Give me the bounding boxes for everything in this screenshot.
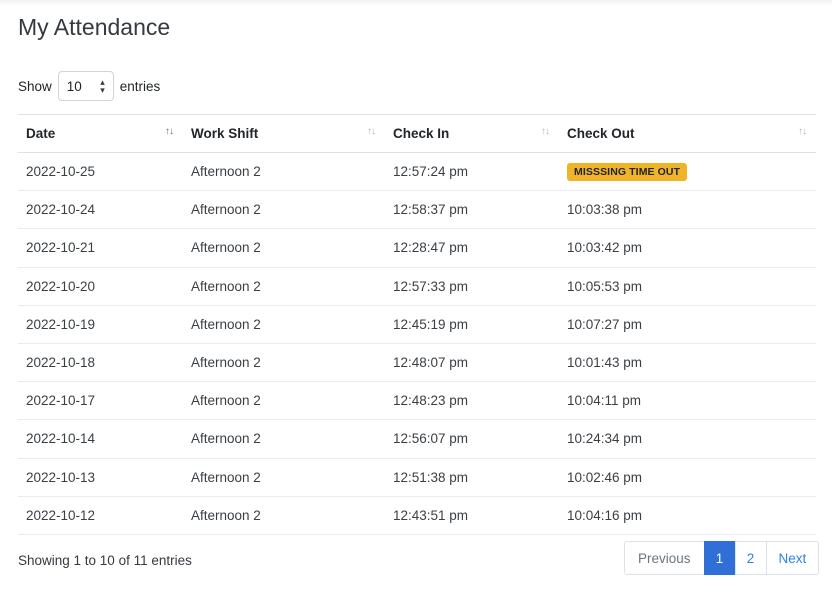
table-row: 2022-10-21 Afternoon 2 12:28:47 pm 10:03:42… [18,228,816,268]
cell-check-in: 12:51:38 pm [385,458,559,497]
select-caret-icon: ▴ ▾ [100,77,105,95]
page-title: My Attendance [18,14,171,40]
cell-check-out: 10:05:53 pm [559,267,816,306]
column-header-check-out[interactable]: Check Out ↑↓ [559,114,816,153]
table-row: 2022-10-20 Afternoon 2 12:57:33 pm 10:05:53… [18,267,816,306]
cell-check-in: 12:57:33 pm [385,267,559,306]
cell-check-out: MISSSING TIME OUT [559,152,816,192]
pagination: Previous 1 2 Next [624,541,820,575]
cell-date: 2022-10-24 [18,190,183,230]
top-shadow [0,0,832,6]
table-row: 2022-10-12 Afternoon 2 12:43:51 pm 10:04:16… [18,496,816,535]
cell-date: 2022-10-21 [18,228,183,268]
cell-check-in: 12:48:07 pm [385,343,559,383]
entries-select[interactable]: 10 ▴ ▾ [57,71,114,101]
cell-check-out: 10:24:34 pm [559,419,816,459]
cell-date: 2022-10-17 [18,381,183,421]
column-header-check-in[interactable]: Check In ↑↓ [385,114,559,153]
table-row: 2022-10-19 Afternoon 2 12:45:19 pm 10:07:27… [18,305,816,344]
cell-check-out: 10:04:16 pm [559,496,816,535]
cell-check-out: 10:03:38 pm [559,190,816,230]
cell-check-in: 12:48:23 pm [385,381,559,421]
cell-check-in: 12:43:51 pm [385,496,559,535]
sort-arrows-icon: ↑↓ [367,126,376,137]
cell-date: 2022-10-25 [18,152,183,192]
attendance-card: My Attendance Show 10 ▴ ▾ entries Date ↑↓ … [0,0,832,596]
cell-date: 2022-10-18 [18,343,183,383]
sort-arrows-icon: ↑↓ [541,126,550,137]
cell-date: 2022-10-19 [18,305,183,344]
cell-check-out: 10:03:42 pm [559,228,816,268]
table-row: 2022-10-13 Afternoon 2 12:51:38 pm 10:02:46… [18,458,816,497]
pagination-next[interactable]: Next [765,541,820,575]
cell-check-in: 12:58:37 pm [385,190,559,230]
cell-check-in: 12:45:19 pm [385,305,559,344]
table-row: 2022-10-14 Afternoon 2 12:56:07 pm 10:24:34… [18,419,816,459]
table-row: 2022-10-18 Afternoon 2 12:48:07 pm 10:01:43… [18,343,816,383]
table-row: 2022-10-17 Afternoon 2 12:48:23 pm 10:04:11… [18,381,816,421]
attendance-table: Date ↑↓ Work Shift ↑↓ Check In ↑↓ Check Out… [18,114,816,535]
length-prefix: Show [18,78,52,94]
cell-work-shift: Afternoon 2 [183,381,385,421]
cell-work-shift: Afternoon 2 [183,458,385,497]
column-header-work-shift[interactable]: Work Shift ↑↓ [183,114,385,153]
pagination-page-2[interactable]: 2 [734,541,767,575]
table-header-row: Date ↑↓ Work Shift ↑↓ Check In ↑↓ Check Out… [18,114,816,153]
cell-work-shift: Afternoon 2 [183,343,385,383]
cell-date: 2022-10-20 [18,267,183,306]
pagination-previous[interactable]: Previous [624,541,705,575]
cell-check-out: 10:07:27 pm [559,305,816,344]
cell-work-shift: Afternoon 2 [183,190,385,230]
cell-date: 2022-10-13 [18,458,183,497]
entries-select-value: 10 [66,78,82,94]
pagination-page-1[interactable]: 1 [703,541,736,575]
table-body: 2022-10-25 Afternoon 2 12:57:24 pm MISSSING… [18,152,816,535]
cell-check-in: 12:56:07 pm [385,419,559,459]
cell-work-shift: Afternoon 2 [183,152,385,192]
entries-length-control: Show 10 ▴ ▾ entries [18,70,160,102]
cell-work-shift: Afternoon 2 [183,267,385,306]
length-suffix: entries [119,78,161,94]
cell-check-out: 10:04:11 pm [559,381,816,421]
cell-check-in: 12:57:24 pm [385,152,559,192]
cell-check-out: 10:01:43 pm [559,343,816,383]
cell-work-shift: Afternoon 2 [183,228,385,268]
sort-arrows-icon: ↑↓ [165,126,174,137]
sort-arrows-icon: ↑↓ [798,126,807,137]
table-row: 2022-10-24 Afternoon 2 12:58:37 pm 10:03:38… [18,190,816,230]
cell-work-shift: Afternoon 2 [183,496,385,535]
cell-work-shift: Afternoon 2 [183,419,385,459]
cell-check-out: 10:02:46 pm [559,458,816,497]
table-info: Showing 1 to 10 of 11 entries [18,553,192,568]
cell-date: 2022-10-12 [18,496,183,535]
cell-check-in: 12:28:47 pm [385,228,559,268]
cell-work-shift: Afternoon 2 [183,305,385,344]
cell-date: 2022-10-14 [18,419,183,459]
missing-time-out-badge: MISSSING TIME OUT [567,162,688,181]
table-row: 2022-10-25 Afternoon 2 12:57:24 pm MISSSING… [18,152,816,192]
column-header-date[interactable]: Date ↑↓ [18,114,183,153]
